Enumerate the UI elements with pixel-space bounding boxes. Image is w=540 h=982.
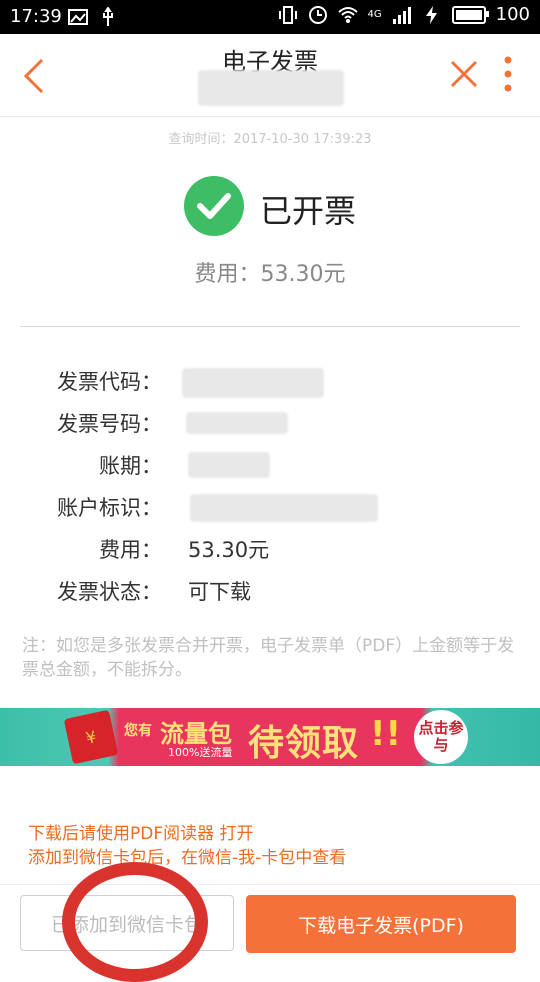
status-time: 17:39	[10, 6, 62, 27]
download-hints: 下载后请使用PDF阅读器 打开 添加到微信卡包后，在微信-我-卡包中查看	[28, 822, 346, 870]
banner-sub: 100%送流量	[168, 746, 233, 759]
banner-main2: 待领取	[248, 723, 360, 764]
detail-row-period: 账期：	[0, 450, 540, 490]
add-to-wechat-button[interactable]: 已添加到微信卡包	[20, 895, 234, 951]
check-circle-icon	[184, 176, 244, 236]
detail-row-number: 发票号码：	[0, 408, 540, 448]
header: 电子发票	[0, 34, 540, 117]
detail-label: 账户标识：	[57, 496, 162, 520]
more-vertical-icon[interactable]	[504, 56, 512, 92]
signal-icon	[392, 6, 411, 24]
download-pdf-button[interactable]: 下载电子发票(PDF)	[246, 895, 516, 953]
detail-label: 发票号码：	[57, 412, 162, 436]
hint-line-wechat: 添加到微信卡包后，在微信-我-卡包中查看	[28, 848, 347, 868]
wifi-icon	[337, 6, 358, 23]
battery-level: 100	[495, 4, 530, 25]
charging-icon	[425, 5, 437, 24]
image-notification-icon	[68, 9, 88, 25]
alarm-icon	[308, 5, 327, 24]
invoice-fee: 费用：53.30元	[194, 262, 346, 287]
detail-label: 发票状态：	[57, 580, 162, 604]
detail-row-status: 发票状态： 可下载	[0, 576, 540, 616]
usb-icon	[103, 7, 113, 26]
detail-label: 费用：	[99, 538, 162, 562]
redacted-value	[186, 412, 288, 434]
banner-prefix: 您有	[124, 723, 152, 739]
status-bar: 17:39 4G 100	[0, 0, 540, 34]
detail-value: 可下载	[188, 580, 251, 604]
banner-mark: !!	[370, 714, 402, 754]
redacted-value	[188, 452, 270, 478]
promo-banner[interactable]: ¥ 您有 流量包 100%送流量 待领取 !! 点击参与	[0, 708, 540, 766]
detail-label: 账期：	[99, 454, 162, 478]
detail-row-fee: 费用： 53.30元	[0, 534, 540, 574]
query-time: 查询时间：2017-10-30 17:39:23	[168, 132, 372, 147]
detail-label: 发票代码：	[57, 370, 162, 394]
battery-icon	[451, 5, 489, 24]
redacted-value	[182, 368, 324, 398]
detail-row-code: 发票代码：	[0, 366, 540, 406]
redacted-value	[190, 494, 378, 522]
network-type: 4G	[367, 9, 382, 20]
divider	[20, 326, 520, 327]
vibrate-icon	[278, 5, 297, 24]
invoice-status-label: 已开票	[260, 192, 357, 230]
hint-line-pdf: 下载后请使用PDF阅读器 打开	[28, 824, 254, 844]
bottom-action-bar: 已添加到微信卡包 下载电子发票(PDF)	[0, 884, 540, 961]
detail-row-account: 账户标识：	[0, 492, 540, 532]
red-packet-icon: ¥	[63, 709, 119, 765]
redacted-account	[198, 70, 344, 106]
invoice-note: 注：如您是多张发票合并开票，电子发票单（PDF）上金额等于发票总金额，不能拆分。	[22, 636, 515, 680]
close-icon[interactable]	[450, 60, 478, 88]
banner-cta[interactable]: 点击参与	[414, 710, 468, 764]
detail-value: 53.30元	[188, 538, 270, 562]
